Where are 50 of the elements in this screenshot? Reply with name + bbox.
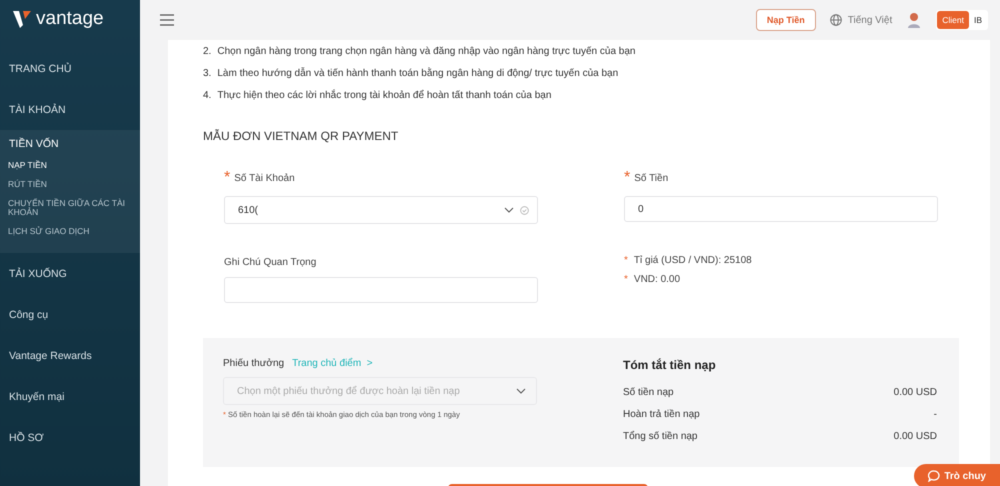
required-mark: * xyxy=(224,169,230,187)
sidebar-item[interactable]: HỒ SƠ xyxy=(0,417,140,458)
amount-input[interactable]: 0 xyxy=(624,196,938,222)
sidebar-subitem[interactable]: RÚT TIỀN xyxy=(0,175,140,194)
field-label: Số Tiền xyxy=(634,172,668,184)
step-number: 2. xyxy=(203,46,212,56)
step-text: Chọn ngân hàng trong trang chọn ngân hàng và đăng nhập vào ngân hàng trực tuyến của bạn xyxy=(217,46,636,56)
rate-text: VND: 0.00 xyxy=(634,274,680,285)
sidebar-item[interactable]: Vantage Rewards xyxy=(0,335,140,376)
step-text: Thực hiện theo các lời nhắc trong tài khoản để hoàn tất thanh toán của bạn xyxy=(217,90,552,100)
menu-icon[interactable] xyxy=(160,14,174,26)
voucher-label: Phiếu thưởng xyxy=(223,358,284,369)
chat-icon xyxy=(928,470,940,482)
required-mark: * xyxy=(624,255,628,266)
step-number: 3. xyxy=(203,68,212,78)
globe-icon[interactable] xyxy=(830,14,842,26)
sidebar-subitem[interactable]: NẠP TIỀN xyxy=(0,156,140,175)
field-label: Ghi Chú Quan Trọng xyxy=(224,257,316,268)
note-input[interactable] xyxy=(224,277,538,303)
summary-value: 0.00 USD xyxy=(894,430,937,442)
sidebar-item[interactable]: TẢI XUỐNG xyxy=(0,253,140,294)
form-title: MẪU ĐƠN VIETNAM QR PAYMENT xyxy=(203,129,400,143)
logo-text: vantage xyxy=(36,8,104,30)
check-circle-icon xyxy=(520,206,529,214)
sidebar-item[interactable]: TRANG CHỦ xyxy=(0,48,140,89)
sidebar-item[interactable]: TIỀN VỐN xyxy=(0,138,140,150)
chevron-down-icon xyxy=(504,207,514,213)
required-mark: * xyxy=(624,169,630,187)
summary-label: Tổng số tiền nạp xyxy=(623,430,698,442)
sidebar-subitem[interactable]: LỊCH SỬ GIAO DỊCH xyxy=(0,222,140,241)
summary-title: Tóm tắt tiền nạp xyxy=(623,358,717,372)
sidebar-subitem[interactable]: CHUYỂN TIỀN GIỮA CÁC TÀI KHOẢN xyxy=(0,194,140,222)
step-text: Làm theo hướng dẫn và tiến hành thanh toán bằng ngân hàng di động/ trực tuyến của bạn xyxy=(217,68,618,78)
sidebar-item[interactable]: Công cụ xyxy=(0,294,140,335)
deposit-button[interactable]: Nạp Tiền xyxy=(756,9,816,31)
rate-text: Tỉ giá (USD / VND): 25108 xyxy=(634,255,752,266)
logo-icon xyxy=(12,9,32,29)
summary-label: Số tiền nạp xyxy=(623,386,674,398)
field-label: Số Tài Khoản xyxy=(234,172,295,184)
summary-label: Hoàn trả tiền nạp xyxy=(623,408,700,420)
language-selector[interactable]: Tiếng Việt xyxy=(848,14,892,26)
chevron-down-icon xyxy=(516,388,526,394)
sidebar-item[interactable]: TÀI KHOẢN xyxy=(0,89,140,130)
account-select[interactable]: 610( xyxy=(224,196,538,224)
summary-value: - xyxy=(934,408,937,420)
required-mark: * xyxy=(624,274,628,285)
summary-value: 0.00 USD xyxy=(894,386,937,398)
sidebar-item[interactable]: Khuyến mại xyxy=(0,376,140,417)
avatar-icon[interactable] xyxy=(906,11,922,29)
step-number: 4. xyxy=(203,90,212,100)
